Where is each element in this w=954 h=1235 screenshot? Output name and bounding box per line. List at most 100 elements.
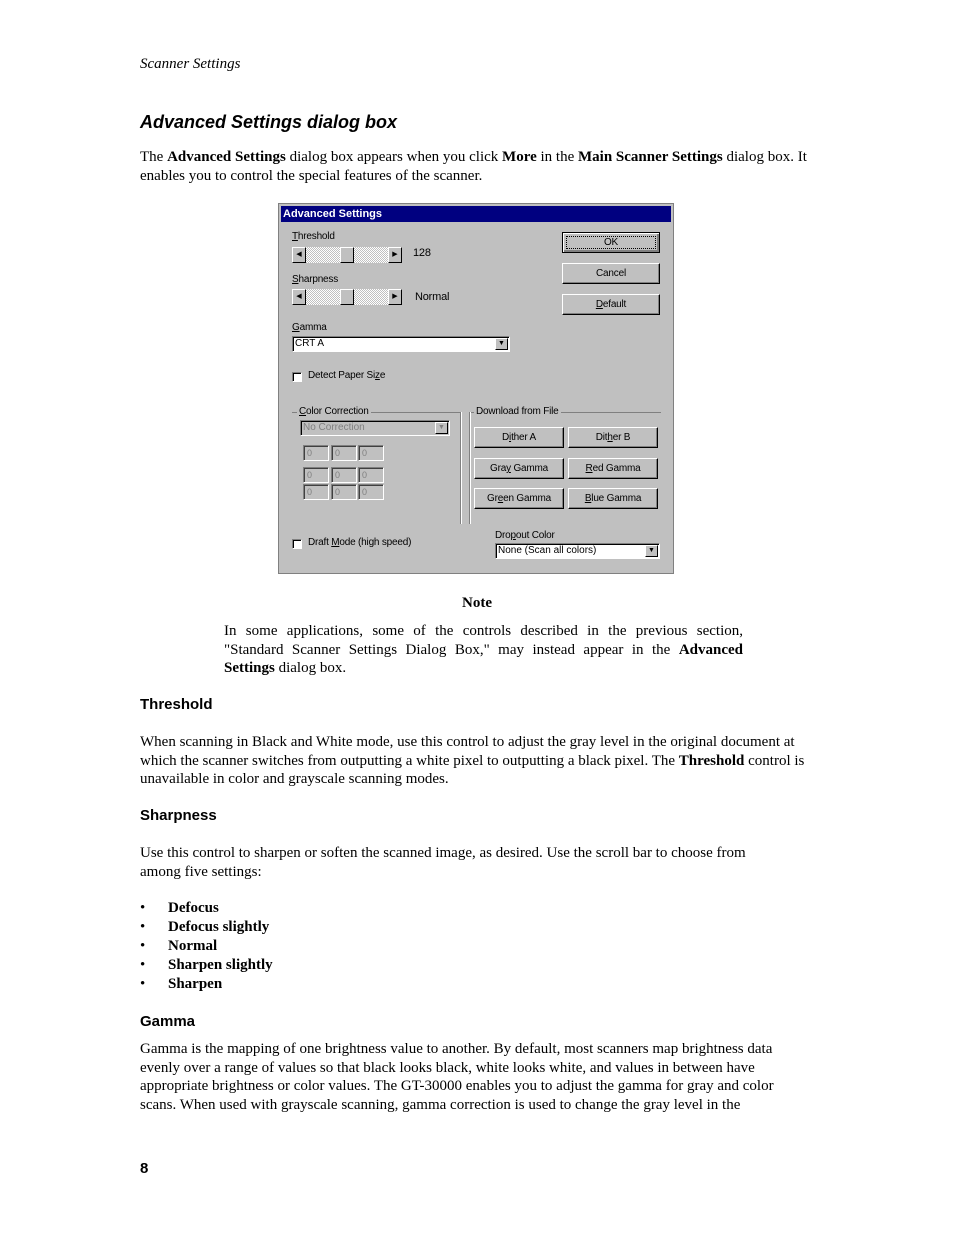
button-label: Red Gamma — [586, 463, 641, 474]
label-text: efault — [602, 299, 627, 310]
matrix-cell-input[interactable]: 0 — [358, 467, 384, 483]
button-label: Green Gamma — [487, 493, 551, 504]
matrix-cell-input[interactable]: 0 — [303, 484, 329, 500]
matrix-cell-input[interactable]: 0 — [303, 467, 329, 483]
advanced-settings-dialog: Advanced Settings Threshold ◀ ▶ 128 Shar… — [278, 203, 674, 574]
label-text: lue Gamma — [591, 493, 642, 504]
green-gamma-button[interactable]: Green Gamma — [474, 488, 564, 509]
group-divider — [469, 412, 470, 524]
label-text: Dro — [495, 530, 511, 541]
button-label: OK — [603, 237, 619, 248]
group-divider — [460, 412, 461, 524]
text: dialog box. — [274, 660, 347, 676]
color-correction-group-label: Color Correction — [297, 406, 371, 417]
label-text: Draft — [308, 537, 332, 548]
dropout-color-label: Dropout Color — [495, 530, 555, 541]
detect-paper-size-label: Detect Paper Size — [308, 370, 385, 381]
text-bold: Main Scanner Settings — [578, 149, 723, 165]
dither-b-button[interactable]: Dither B — [568, 427, 658, 448]
label-text: harpness — [298, 274, 339, 285]
gamma-dropdown[interactable]: CRT A ▼ — [292, 336, 510, 352]
list-item: Sharpen — [140, 975, 273, 994]
color-correction-selected-value: No Correction — [303, 422, 365, 433]
label-text: er B — [612, 432, 631, 443]
color-correction-dropdown[interactable]: No Correction ▼ — [300, 420, 450, 436]
gamma-label: Gamma — [292, 322, 327, 333]
list-item: Sharpen slightly — [140, 956, 273, 975]
sharpness-thumb[interactable] — [340, 289, 354, 305]
matrix-cell-input[interactable]: 0 — [358, 484, 384, 500]
mnemonic: R — [585, 463, 593, 474]
note-paragraph: In some applications, some of the contro… — [224, 622, 743, 678]
dropout-color-dropdown[interactable]: None (Scan all colors) ▼ — [495, 543, 660, 559]
chevron-down-icon[interactable]: ▼ — [645, 545, 658, 557]
gamma-selected-value: CRT A — [295, 338, 325, 349]
mnemonic: D — [595, 299, 603, 310]
sharpness-paragraph: Use this control to sharpen or soften th… — [140, 845, 746, 880]
matrix-cell-input[interactable]: 0 — [331, 484, 357, 500]
default-button[interactable]: Default — [562, 294, 660, 315]
chevron-down-icon[interactable]: ▼ — [435, 422, 448, 434]
text: in the — [536, 149, 578, 165]
button-label: Cancel — [596, 268, 626, 279]
label-text: olor Correction — [306, 406, 369, 417]
detect-paper-size-checkbox[interactable] — [292, 372, 302, 382]
cancel-button[interactable]: Cancel — [562, 263, 660, 284]
label-text: amma — [299, 322, 327, 333]
threshold-heading: Threshold — [140, 696, 213, 713]
button-label: Blue Gamma — [585, 493, 642, 504]
matrix-cell-input[interactable]: 0 — [303, 445, 329, 461]
label-text: Detect Paper Si — [308, 370, 376, 381]
text-bold: More — [502, 149, 537, 165]
label-text: e — [379, 370, 386, 381]
dialog-title-bar: Advanced Settings — [281, 206, 671, 222]
matrix-cell-input[interactable]: 0 — [331, 445, 357, 461]
scroll-left-arrow-icon[interactable]: ◀ — [292, 247, 306, 263]
label-text: ed Gamma — [592, 463, 641, 474]
red-gamma-button[interactable]: Red Gamma — [568, 458, 658, 479]
mnemonic: C — [299, 406, 307, 417]
list-item: Normal — [140, 937, 273, 956]
draft-mode-checkbox[interactable] — [292, 539, 302, 549]
button-label: Dither A — [502, 432, 536, 443]
threshold-scrollbar[interactable]: ◀ ▶ — [292, 247, 402, 263]
draft-mode-label: Draft Mode (high speed) — [308, 537, 411, 548]
label-text: ther A — [511, 432, 536, 443]
list-item: Defocus slightly — [140, 918, 273, 937]
button-label: Default — [596, 299, 626, 310]
scroll-right-arrow-icon[interactable]: ▶ — [388, 289, 402, 305]
label-text: Dit — [595, 432, 608, 443]
scroll-left-arrow-icon[interactable]: ◀ — [292, 289, 306, 305]
label-text: Gra — [489, 463, 507, 474]
intro-paragraph: The Advanced Settings dialog box appears… — [140, 148, 810, 185]
threshold-thumb[interactable] — [340, 247, 354, 263]
mnemonic: G — [292, 322, 300, 333]
threshold-paragraph: When scanning in Black and White mode, u… — [140, 733, 810, 789]
gamma-paragraph: Gamma is the mapping of one brightness v… — [140, 1041, 774, 1113]
text: dialog box appears when you click — [285, 149, 503, 165]
sharpness-label: Sharpness — [292, 274, 338, 285]
gamma-heading: Gamma — [140, 1013, 196, 1030]
blue-gamma-button[interactable]: Blue Gamma — [568, 488, 658, 509]
sharpness-scrollbar[interactable]: ◀ ▶ — [292, 289, 402, 305]
label-text: D — [502, 432, 510, 443]
note-title: Note — [462, 595, 492, 611]
text-bold: Threshold — [678, 752, 745, 769]
gray-gamma-button[interactable]: Gray Gamma — [474, 458, 564, 479]
scroll-right-arrow-icon[interactable]: ▶ — [388, 247, 402, 263]
button-label: Gray Gamma — [490, 463, 548, 474]
matrix-cell-input[interactable]: 0 — [331, 467, 357, 483]
threshold-value: 128 — [413, 247, 431, 259]
label-text: Gr — [487, 493, 498, 504]
label-text: out Color — [515, 530, 555, 541]
button-label: Dither B — [596, 432, 631, 443]
matrix-cell-input[interactable]: 0 — [358, 445, 384, 461]
dither-a-button[interactable]: Dither A — [474, 427, 564, 448]
sharpness-options-list: Defocus Defocus slightly Normal Sharpen … — [140, 899, 273, 994]
section-title: Advanced Settings dialog box — [140, 112, 398, 132]
text: The — [140, 149, 168, 165]
label-text: en Gamma — [503, 493, 551, 504]
chevron-down-icon[interactable]: ▼ — [495, 338, 508, 350]
ok-button[interactable]: OK — [562, 232, 660, 253]
list-item: Defocus — [140, 899, 273, 918]
